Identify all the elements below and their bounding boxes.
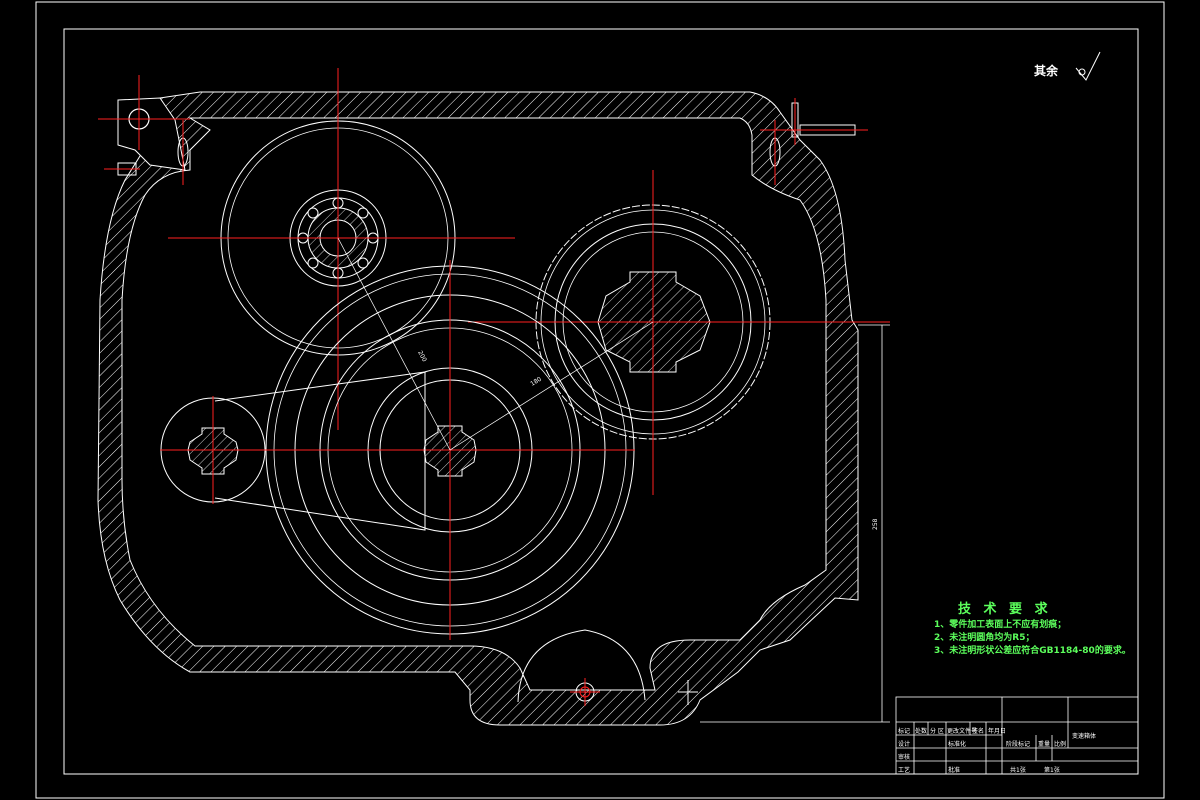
tech-req-title: 技 术 要 求 [958, 602, 1052, 617]
title-block [895, 696, 1139, 775]
tb-zone: 分 区 [930, 728, 944, 735]
tb-stage: 阶段标记 [1006, 741, 1031, 748]
height-dim-label: 258 [872, 518, 879, 530]
tb-mark: 标记 [898, 728, 911, 735]
tb-weight: 重量 [1038, 741, 1051, 748]
tb-sheets: 共1张 [1010, 767, 1026, 774]
tb-process: 工艺 [898, 767, 911, 774]
roughness-label: 其余 [1034, 64, 1059, 78]
tech-req-item-2: 2、未注明圆角均为R5； [934, 633, 1035, 643]
outer-frame [35, 1, 1165, 799]
tb-sign: 签名 [972, 728, 985, 735]
tb-sheet: 第1张 [1044, 767, 1060, 774]
tech-req-item-1: 1、零件加工表面上不应有划痕； [934, 620, 1067, 630]
tb-approve: 批准 [948, 767, 961, 774]
tb-part-name: 变速箱体 [1072, 733, 1097, 740]
tech-req-item-3: 3、未注明形状公差应符合GB1184-80的要求。 [934, 646, 1131, 656]
dim-label-b: 180 [529, 376, 543, 388]
tb-scale: 比例 [1054, 741, 1067, 748]
tb-design: 设计 [898, 741, 911, 748]
dim-label-a: 200 [416, 350, 428, 364]
tb-count: 处数 [915, 728, 928, 735]
idler-arm [160, 371, 426, 531]
cad-drawing-canvas: 200 180 258 [35, 1, 1165, 799]
center-dim-line-a [337, 237, 451, 451]
tb-date: 年月日 [988, 728, 1007, 735]
housing-wall [97, 91, 859, 726]
tb-review: 审核 [898, 754, 911, 761]
tb-standard: 标准化 [948, 741, 967, 748]
roughness-symbol-icon [1075, 51, 1101, 81]
